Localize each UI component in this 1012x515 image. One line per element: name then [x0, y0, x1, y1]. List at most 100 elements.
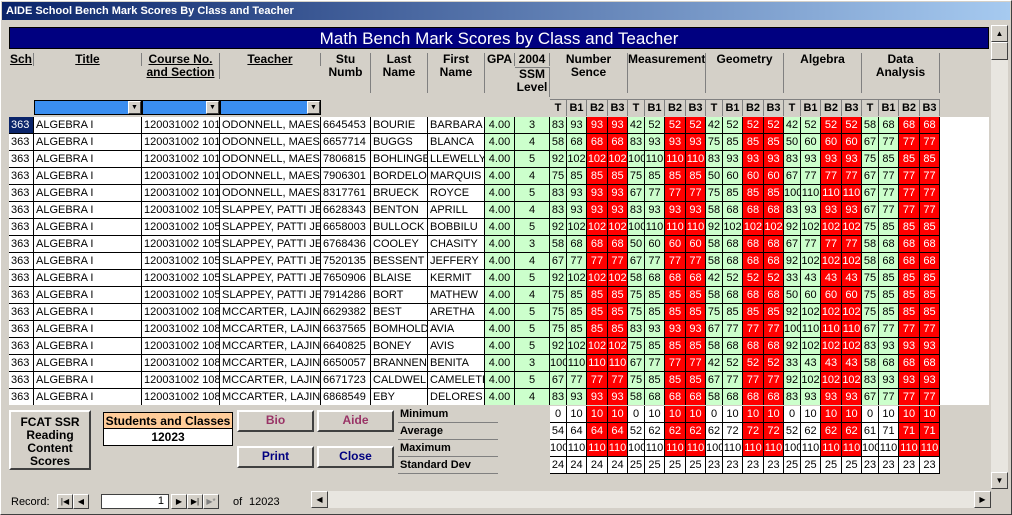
stats-cell: 10 [842, 406, 862, 423]
score-cell: 68 [723, 253, 743, 270]
score-cell: 75 [862, 304, 879, 321]
table-cell: ALGEBRA I [34, 134, 142, 151]
stats-cell: 110 [821, 440, 842, 457]
score-cell: 67 [862, 321, 879, 338]
chevron-down-icon[interactable]: ▼ [307, 101, 320, 114]
score-cell: 93 [920, 372, 940, 389]
stats-cell: 72 [743, 423, 764, 440]
fcat-ssr-button[interactable]: FCAT SSR Reading Content Scores [9, 410, 91, 470]
table-cell: 363 [9, 389, 34, 405]
table-row[interactable]: 363 ALGEBRA I 120031002 108 MCCARTER, LAJIN… [9, 321, 989, 338]
table-row[interactable]: 363 ALGEBRA I 120031002 105 SLAPPEY, PATTI … [9, 236, 989, 253]
score-cell: 93 [608, 185, 628, 202]
scroll-down-icon[interactable]: ▼ [991, 472, 1008, 489]
stats-cell: 62 [842, 423, 862, 440]
header-group: Data Analysis [862, 53, 940, 93]
header-sub: B3 [842, 99, 862, 116]
previous-record-icon[interactable]: ◀ [73, 494, 89, 509]
table-cell: 7806815 [321, 151, 371, 168]
table-cell: 6768436 [321, 236, 371, 253]
score-cell: 102 [821, 253, 842, 270]
table-row[interactable]: 363 ALGEBRA I 120031002 108 MCCARTER, LAJIN… [9, 304, 989, 321]
scroll-right-icon[interactable]: ▶ [974, 491, 991, 508]
table-cell: 363 [9, 202, 34, 219]
record-number-input[interactable]: 1 [101, 494, 169, 509]
table-cell: 363 [9, 117, 34, 134]
aide-button[interactable]: Aide [317, 410, 394, 432]
print-button[interactable]: Print [237, 446, 314, 468]
horizontal-scrollbar[interactable]: ◀ ▶ [311, 491, 991, 508]
stats-cell: 52 [628, 423, 645, 440]
table-row[interactable]: 363 ALGEBRA I 120031002 101 ODONNELL, MAESA… [9, 185, 989, 202]
score-cell: 77 [879, 321, 899, 338]
score-cell: 85 [879, 304, 899, 321]
table-cell: 7650906 [321, 270, 371, 287]
scroll-up-icon[interactable]: ▲ [991, 25, 1008, 42]
next-record-icon[interactable]: ▶ [171, 494, 187, 509]
table-row[interactable]: 363 ALGEBRA I 120031002 105 SLAPPEY, PATTI … [9, 270, 989, 287]
last-record-icon[interactable]: ▶| [187, 494, 203, 509]
table-row[interactable]: 363 ALGEBRA I 120031002 101 ODONNELL, MAESA… [9, 134, 989, 151]
bio-button[interactable]: Bio [237, 410, 314, 432]
header-group: Measurement [628, 53, 706, 93]
vertical-scrollbar[interactable]: ▲ ▼ [991, 25, 1008, 489]
app-window: AIDE School Bench Mark Scores By Class a… [0, 0, 1012, 515]
table-cell: MCCARTER, LAJINE [220, 355, 321, 372]
table-row[interactable]: 363 ALGEBRA I 120031002 105 SLAPPEY, PATTI … [9, 202, 989, 219]
table-cell: ROYCE [428, 185, 485, 202]
score-cell: 85 [899, 151, 920, 168]
score-cell: 60 [801, 134, 821, 151]
course-filter-dropdown[interactable]: ▼ [142, 100, 220, 115]
table-cell: ALGEBRA I [34, 236, 142, 253]
score-cell: 102 [723, 219, 743, 236]
score-cell: 85 [879, 270, 899, 287]
table-row[interactable]: 363 ALGEBRA I 120031002 101 ODONNELL, MAESA… [9, 168, 989, 185]
table-cell: 6658003 [321, 219, 371, 236]
score-cell: 75 [628, 287, 645, 304]
stats-cell: 110 [920, 440, 940, 457]
ssm-cell: 4 [515, 287, 550, 304]
score-cell: 68 [764, 202, 784, 219]
chevron-down-icon[interactable]: ▼ [206, 101, 219, 114]
table-cell: ALGEBRA I [34, 270, 142, 287]
first-record-icon[interactable]: |◀ [57, 494, 73, 509]
table-row[interactable]: 363 ALGEBRA I 120031002 105 SLAPPEY, PATTI … [9, 253, 989, 270]
stats-cell: 10 [920, 406, 940, 423]
title-filter-dropdown[interactable]: ▼ [34, 100, 142, 115]
score-cell: 85 [645, 372, 665, 389]
table-row[interactable]: 363 ALGEBRA I 120031002 101 ODONNELL, MAESA… [9, 151, 989, 168]
table-row[interactable]: 363 ALGEBRA I 120031002 108 MCCARTER, LAJIN… [9, 372, 989, 389]
stats-cell: 110 [899, 440, 920, 457]
score-cell: 42 [628, 117, 645, 134]
scroll-left-icon[interactable]: ◀ [311, 491, 328, 508]
score-cell: 85 [587, 168, 608, 185]
new-record-icon[interactable]: ▶* [203, 494, 219, 509]
table-row[interactable]: 363 ALGEBRA I 120031002 108 MCCARTER, LAJIN… [9, 355, 989, 372]
score-cell: 68 [920, 355, 940, 372]
stats-cell: 10 [645, 406, 665, 423]
score-cell: 52 [764, 117, 784, 134]
chevron-down-icon[interactable]: ▼ [128, 101, 141, 114]
score-cell: 52 [723, 117, 743, 134]
scroll-thumb[interactable] [991, 42, 1008, 60]
table-row[interactable]: 363 ALGEBRA I 120031002 108 MCCARTER, LAJIN… [9, 389, 989, 405]
score-cell: 102 [842, 372, 862, 389]
table-cell: 7520135 [321, 253, 371, 270]
table-row[interactable]: 363 ALGEBRA I 120031002 101 ODONNELL, MAESA… [9, 117, 989, 134]
table-row[interactable]: 363 ALGEBRA I 120031002 105 SLAPPEY, PATTI … [9, 219, 989, 236]
header-teacher: Teacher [220, 53, 321, 66]
header-sub: B2 [743, 99, 764, 116]
table-row[interactable]: 363 ALGEBRA I 120031002 105 SLAPPEY, PATTI … [9, 287, 989, 304]
score-cell: 110 [686, 151, 706, 168]
score-cell: 83 [550, 117, 567, 134]
close-button[interactable]: Close [317, 446, 394, 468]
teacher-filter-dropdown[interactable]: ▼ [220, 100, 321, 115]
table-cell: 120031002 101 [142, 151, 220, 168]
stats-row: Standard Dev0.831.2024242424252525252323… [398, 457, 989, 474]
stats-cell: 10 [899, 406, 920, 423]
score-cell: 33 [784, 270, 801, 287]
table-row[interactable]: 363 ALGEBRA I 120031002 108 MCCARTER, LAJIN… [9, 338, 989, 355]
score-cell: 68 [899, 355, 920, 372]
score-cell: 102 [587, 338, 608, 355]
stats-cell: 25 [686, 457, 706, 474]
